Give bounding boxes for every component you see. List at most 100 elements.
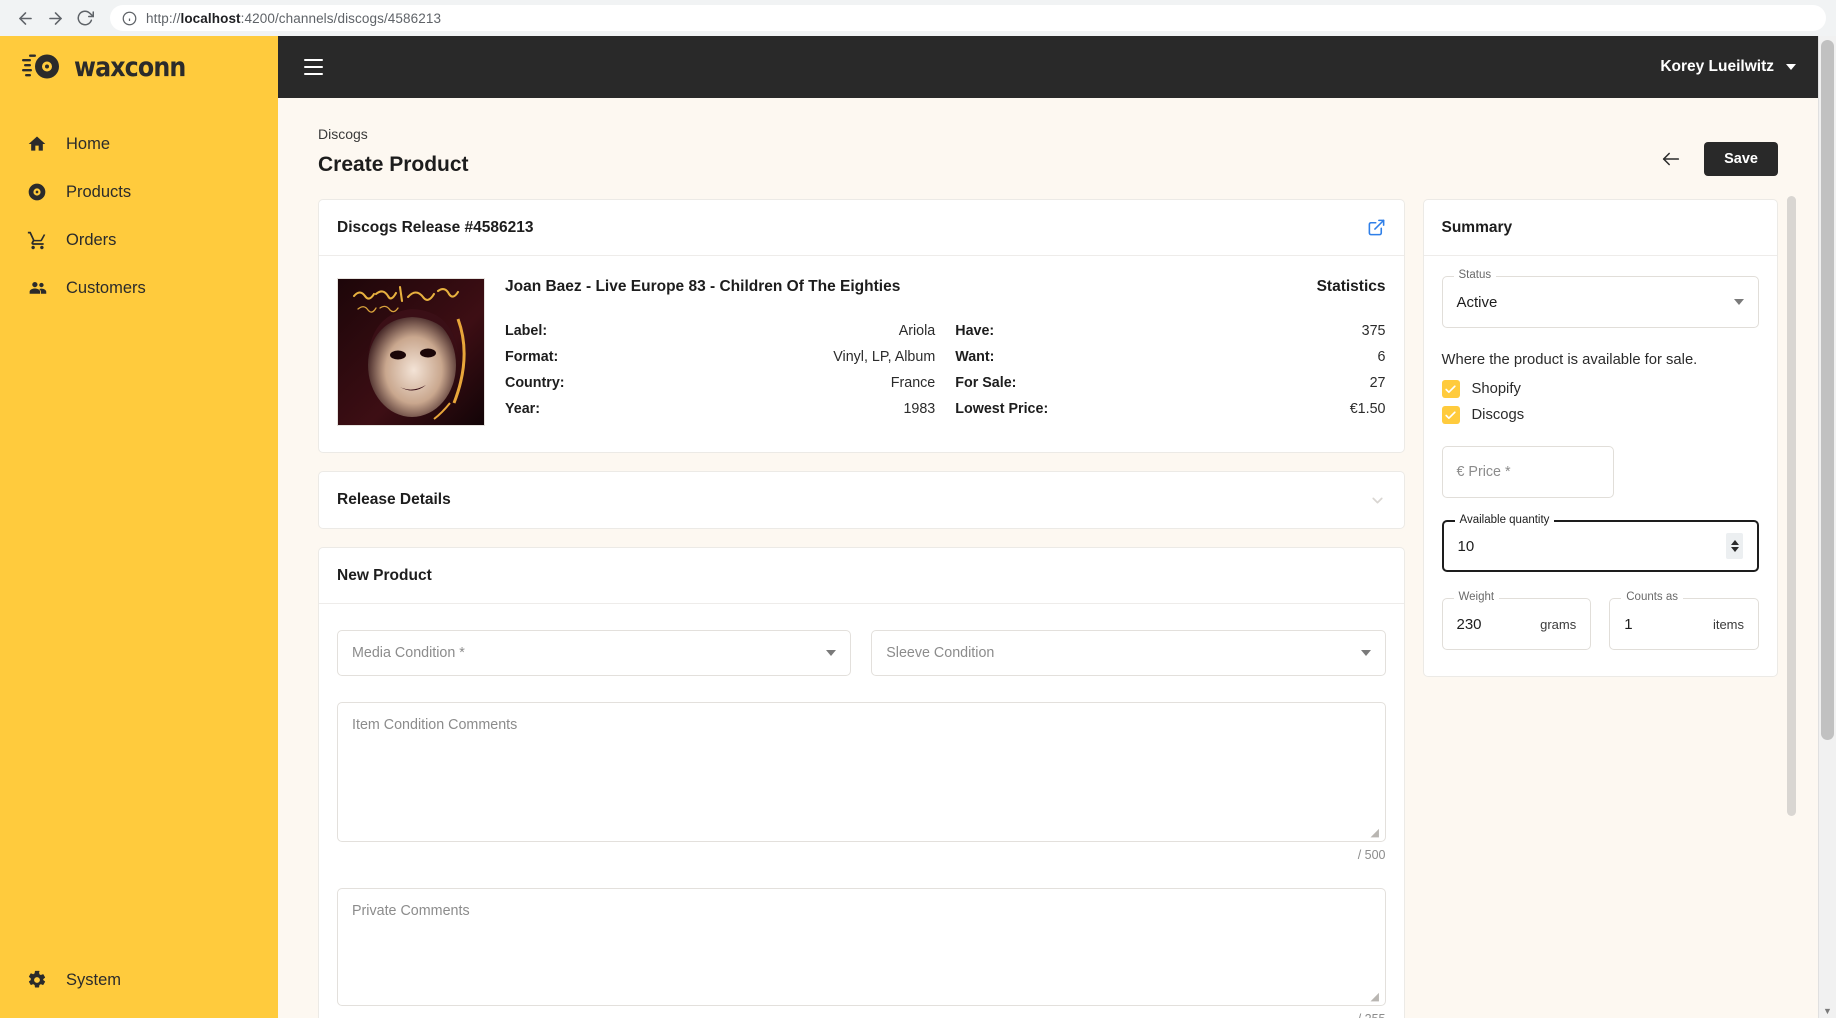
site-info-icon[interactable]	[122, 11, 137, 26]
status-select[interactable]: Status Active	[1441, 269, 1759, 328]
app-logo-text: waxconn	[74, 51, 186, 83]
summary-body: Status Active Where the product is avail…	[1424, 256, 1778, 676]
detail-value: France	[890, 375, 936, 391]
sidebar-item-label: System	[66, 970, 122, 989]
browser-toolbar: http://localhost:4200/channels/discogs/4…	[0, 0, 1836, 36]
summary-title: Summary	[1441, 218, 1513, 236]
status-value: Active	[1456, 293, 1498, 311]
item-condition-comments-counter: / 500	[1357, 848, 1386, 862]
stat-row: Have: 375	[955, 318, 1385, 344]
release-details-header[interactable]: Release Details	[319, 472, 1404, 528]
save-button[interactable]: Save	[1704, 142, 1778, 176]
private-comments-placeholder: Private Comments	[352, 903, 470, 919]
availability-description: Where the product is available for sale.	[1441, 352, 1698, 368]
stat-key: Lowest Price:	[955, 401, 1049, 417]
stat-key: Have:	[955, 323, 995, 339]
price-placeholder: € Price *	[1456, 464, 1511, 480]
stat-value: 6	[1377, 349, 1386, 365]
stat-row: Lowest Price: €1.50	[955, 396, 1385, 422]
release-name: Joan Baez - Live Europe 83 - Children Of…	[505, 278, 901, 295]
back-button[interactable]	[1660, 148, 1682, 170]
discogs-release-body: Joan Baez - Live Europe 83 - Children Of…	[319, 256, 1404, 452]
release-details-card[interactable]: Release Details	[318, 471, 1405, 529]
checkmark-icon	[1441, 406, 1460, 424]
condition-field-row: Media Condition * Sleeve Condition	[337, 630, 1386, 676]
sleeve-condition-select[interactable]: Sleeve Condition	[871, 630, 1386, 676]
weight-counts-row: Weight 230 grams Counts as 1 items	[1441, 591, 1759, 650]
new-product-form: Media Condition * Sleeve Condition Item …	[319, 604, 1404, 1018]
private-comments-counter: / 255	[337, 1012, 1386, 1018]
available-quantity-input[interactable]: Available quantity 10	[1441, 514, 1759, 572]
available-quantity-value: 10	[1457, 537, 1475, 555]
discogs-release-title: Discogs Release #4586213	[337, 218, 534, 236]
home-icon	[26, 133, 48, 155]
page-title: Create Product	[318, 153, 469, 176]
price-input[interactable]: € Price *	[1441, 446, 1614, 498]
detail-value: Vinyl, LP, Album	[833, 349, 936, 365]
browser-scrollbar[interactable]: ▲ ▼	[1818, 36, 1836, 1018]
left-column: Discogs Release #4586213 Joan Baez - Liv…	[318, 199, 1405, 1018]
content-scrollbar[interactable]	[1787, 196, 1800, 1018]
scroll-down-arrow-icon[interactable]: ▼	[1823, 1006, 1832, 1016]
discogs-release-card-header: Discogs Release #4586213	[319, 200, 1404, 256]
detail-key: Country:	[505, 375, 565, 391]
chevron-down-icon[interactable]	[1369, 492, 1386, 509]
breadcrumb[interactable]: Discogs	[318, 126, 469, 142]
right-column: Summary Status Active Where the product …	[1422, 199, 1778, 695]
resize-grip-icon[interactable]: ◢	[1371, 828, 1381, 839]
chevron-down-icon	[1786, 64, 1796, 70]
app-logo[interactable]: waxconn	[0, 36, 278, 98]
item-condition-comments-input[interactable]: Item Condition Comments ◢	[337, 702, 1386, 842]
browser-back-icon[interactable]	[10, 3, 40, 33]
item-condition-comments-placeholder: Item Condition Comments	[352, 717, 518, 733]
release-title-row: Joan Baez - Live Europe 83 - Children Of…	[505, 278, 1386, 296]
channel-label: Discogs	[1471, 407, 1525, 423]
sidebar-item-customers[interactable]: Customers	[0, 264, 278, 312]
sidebar-item-home[interactable]: Home	[0, 120, 278, 168]
media-condition-select[interactable]: Media Condition *	[337, 630, 852, 676]
weight-input[interactable]: Weight 230 grams	[1441, 591, 1592, 650]
release-info-grid: Label: Ariola Format: Vinyl, LP, Album C…	[505, 318, 1386, 422]
release-statistics-column: Have: 375 Want: 6 For Sale: 27 Lowest Pr…	[955, 318, 1385, 422]
channel-checkbox-shopify[interactable]: Shopify	[1441, 380, 1760, 398]
browser-scrollbar-thumb[interactable]	[1821, 40, 1834, 740]
external-link-icon[interactable]	[1367, 218, 1386, 237]
channel-label: Shopify	[1471, 381, 1521, 397]
new-product-header: New Product	[319, 548, 1404, 604]
weight-label: Weight	[1453, 591, 1500, 603]
sidebar: waxconn Home Products Orders Customers S…	[0, 36, 278, 1018]
address-bar[interactable]: http://localhost:4200/channels/discogs/4…	[110, 5, 1826, 31]
counts-as-label: Counts as	[1621, 591, 1684, 603]
sidebar-item-products[interactable]: Products	[0, 168, 278, 216]
release-details-column: Label: Ariola Format: Vinyl, LP, Album C…	[505, 318, 935, 422]
statistics-label: Statistics	[1316, 278, 1386, 295]
private-comments-wrap: Private Comments ◢ / 255	[337, 888, 1386, 1018]
resize-grip-icon[interactable]: ◢	[1371, 992, 1381, 1003]
private-comments-input[interactable]: Private Comments ◢	[337, 888, 1386, 1006]
user-menu[interactable]: Korey Lueilwitz	[1660, 58, 1796, 76]
sidebar-item-orders[interactable]: Orders	[0, 216, 278, 264]
shopping-cart-icon	[26, 229, 48, 251]
chevron-down-icon	[1360, 650, 1371, 656]
stat-key: For Sale:	[955, 375, 1017, 391]
new-product-card: New Product Media Condition * Sleeve Con…	[318, 547, 1405, 1018]
summary-header: Summary	[1423, 200, 1777, 256]
detail-row: Year: 1983	[505, 396, 935, 422]
sidebar-nav: Home Products Orders Customers	[0, 120, 278, 312]
content-scrollbar-thumb[interactable]	[1787, 196, 1796, 816]
vinyl-logo-icon	[22, 53, 64, 81]
chevron-down-icon	[826, 650, 837, 656]
release-details-title: Release Details	[337, 491, 451, 508]
hamburger-menu-icon[interactable]	[296, 50, 330, 84]
sidebar-bottom-nav: System	[0, 956, 278, 1004]
counts-as-input[interactable]: Counts as 1 items	[1609, 591, 1759, 650]
browser-reload-icon[interactable]	[70, 3, 100, 33]
sidebar-item-system[interactable]: System	[0, 956, 278, 1004]
detail-key: Format:	[505, 349, 559, 365]
main-content: Discogs Create Product Save Discogs Rele…	[278, 98, 1818, 1018]
weight-unit: grams	[1540, 616, 1577, 632]
browser-forward-icon[interactable]	[40, 3, 70, 33]
channel-checkbox-discogs[interactable]: Discogs	[1441, 406, 1760, 424]
quantity-stepper[interactable]	[1726, 533, 1743, 559]
detail-key: Year:	[505, 401, 540, 417]
